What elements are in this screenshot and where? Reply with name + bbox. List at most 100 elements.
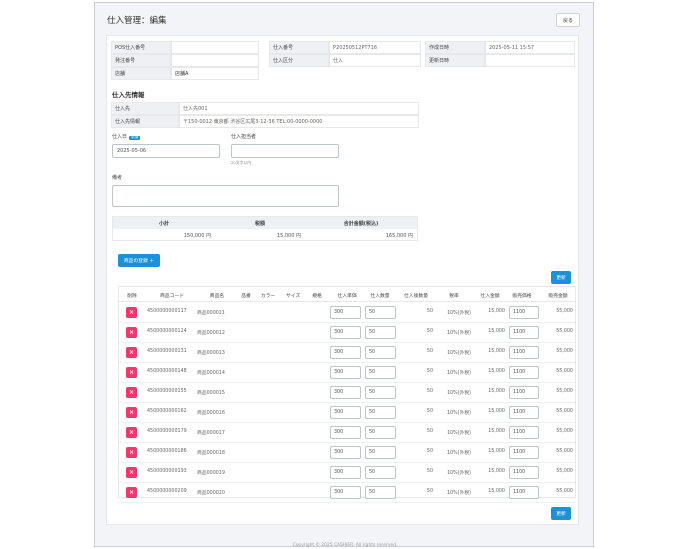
table-row: × 4500000000148 商品000014 300 50 50 10%(外税) 15,0… [119, 363, 575, 383]
table-row: × 4500000000186 商品000018 300 50 50 10%(外税) 15,0… [119, 443, 575, 463]
delete-row-button[interactable]: × [126, 307, 137, 318]
sales-amount-cell: 55,000 [556, 469, 573, 474]
sales-price-input[interactable]: 1100 [509, 386, 539, 399]
unit-price-input[interactable]: 300 [330, 366, 361, 379]
column-header: 品番 [241, 294, 251, 299]
product-code-cell: 4500000000162 [147, 409, 187, 414]
sales-amount-cell: 55,000 [556, 329, 573, 334]
total-value: 165,000 円 [385, 232, 413, 239]
quantity-input[interactable]: 50 [365, 326, 396, 339]
update-button-top[interactable]: 更新 [551, 271, 571, 284]
sales-price-input[interactable]: 1100 [509, 346, 539, 359]
sales-amount-cell: 55,000 [556, 309, 573, 314]
delete-row-button[interactable]: × [126, 387, 137, 398]
column-header: 削除 [127, 294, 137, 299]
sales-price-input[interactable]: 1100 [509, 466, 539, 479]
table-row: × 4500000000193 商品000019 300 50 50 10%(外税) 15,0… [119, 463, 575, 483]
tax-label: 税額 [215, 217, 305, 229]
memo-textarea[interactable] [112, 185, 339, 207]
purchase-amount-cell: 15,000 [488, 449, 505, 454]
sales-price-input[interactable]: 1100 [509, 446, 539, 459]
quantity-input[interactable]: 50 [365, 426, 396, 439]
quantity-input[interactable]: 50 [365, 466, 396, 479]
purchase-amount-cell: 15,000 [488, 349, 505, 354]
delete-row-button[interactable]: × [126, 427, 137, 438]
unit-price-input[interactable]: 300 [330, 426, 361, 439]
sales-price-input[interactable]: 1100 [509, 326, 539, 339]
delete-row-button[interactable]: × [126, 447, 137, 458]
product-code-cell: 4500000000209 [147, 489, 187, 494]
table-row: × 4500000000117 商品000011 300 50 50 10%(外税) 15,0… [119, 303, 575, 323]
updated-value [485, 54, 575, 67]
unit-price-input[interactable]: 300 [330, 326, 361, 339]
sales-price-input[interactable]: 1100 [509, 306, 539, 319]
product-code-cell: 4500000000148 [147, 369, 187, 374]
sales-amount-cell: 55,000 [556, 449, 573, 454]
unit-price-input[interactable]: 300 [330, 466, 361, 479]
unit-price-input[interactable]: 300 [330, 306, 361, 319]
delete-row-button[interactable]: × [126, 407, 137, 418]
after-quantity-cell: 50 [426, 329, 433, 334]
store-value: 店舗A [171, 67, 259, 80]
unit-price-input[interactable]: 300 [330, 346, 361, 359]
column-header: 仕入後数量 [404, 294, 428, 299]
delete-row-button[interactable]: × [126, 327, 137, 338]
supplier-name-label: 仕入先 [111, 102, 179, 115]
column-header: 税率 [449, 294, 459, 299]
tax-value: 15,000 円 [276, 232, 301, 239]
unit-price-input[interactable]: 300 [330, 386, 361, 399]
date-label: 仕入日 必須 [112, 134, 141, 140]
product-name-cell: 商品000020 [197, 491, 225, 496]
quantity-input[interactable]: 50 [365, 446, 396, 459]
quantity-input[interactable]: 50 [365, 306, 396, 319]
tax-rate-cell: 10%(外税) [447, 491, 471, 496]
sales-amount-cell: 55,000 [556, 349, 573, 354]
quantity-input[interactable]: 50 [365, 406, 396, 419]
table-row: × 4500000000179 商品000017 300 50 50 10%(外税) 15,0… [119, 423, 575, 443]
tax-rate-cell: 10%(外税) [447, 431, 471, 436]
purchase-type-value: 仕入 [329, 54, 421, 67]
back-button[interactable]: 戻る [556, 13, 580, 27]
quantity-input[interactable]: 50 [365, 486, 396, 499]
tax-rate-cell: 10%(外税) [447, 331, 471, 336]
after-quantity-cell: 50 [426, 469, 433, 474]
product-code-cell: 4500000000124 [147, 329, 187, 334]
unit-price-input[interactable]: 300 [330, 486, 361, 499]
unit-price-input[interactable]: 300 [330, 406, 361, 419]
product-table: 削除 商品コード 商品名 品番 カラー サイズ 規格 仕入単価 仕入数量 仕入後数量 税率 仕入金額 販… [118, 286, 576, 503]
sales-price-input[interactable]: 1100 [509, 486, 539, 499]
sales-price-input[interactable]: 1100 [509, 406, 539, 419]
update-button-bottom[interactable]: 更新 [551, 507, 571, 520]
required-badge: 必須 [129, 135, 141, 140]
unit-price-input[interactable]: 300 [330, 446, 361, 459]
product-code-cell: 4500000000179 [147, 429, 187, 434]
tax-rate-cell: 10%(外税) [447, 351, 471, 356]
add-product-button[interactable]: 商品の登録 ＋ [118, 254, 160, 267]
quantity-input[interactable]: 50 [365, 346, 396, 359]
footer-copyright: Copyright © 2025 CASHIER. All rights res… [292, 543, 398, 548]
total-label: 合計金額(税込) [305, 217, 417, 229]
supplier-name-value: 仕入先001 [179, 102, 419, 115]
purchase-amount-cell: 15,000 [488, 369, 505, 374]
tax-rate-cell: 10%(外税) [447, 391, 471, 396]
table-row: × 4500000000209 商品000020 300 50 50 10%(外税) 15,0… [119, 483, 575, 503]
tax-rate-cell: 10%(外税) [447, 471, 471, 476]
staff-input[interactable] [231, 144, 339, 158]
product-name-cell: 商品000017 [197, 431, 225, 436]
quantity-input[interactable]: 50 [365, 366, 396, 379]
product-code-cell: 4500000000193 [147, 469, 187, 474]
sales-price-input[interactable]: 1100 [509, 366, 539, 379]
tax-rate-cell: 10%(外税) [447, 371, 471, 376]
delete-row-button[interactable]: × [126, 347, 137, 358]
date-input[interactable]: 2025-05-06 [112, 144, 220, 158]
product-code-cell: 4500000000155 [147, 389, 187, 394]
app-window: 仕入管理：編集 戻る POS仕入番号 発注番号 店舗 店舗A 仕入番号 P202… [94, 2, 594, 548]
purchase-amount-cell: 15,000 [488, 409, 505, 414]
quantity-input[interactable]: 50 [365, 386, 396, 399]
delete-row-button[interactable]: × [126, 367, 137, 378]
store-label: 店舗 [111, 67, 171, 80]
delete-row-button[interactable]: × [126, 487, 137, 498]
table-row: × 4500000000155 商品000015 300 50 50 10%(外税) 15,0… [119, 383, 575, 403]
sales-price-input[interactable]: 1100 [509, 426, 539, 439]
delete-row-button[interactable]: × [126, 467, 137, 478]
